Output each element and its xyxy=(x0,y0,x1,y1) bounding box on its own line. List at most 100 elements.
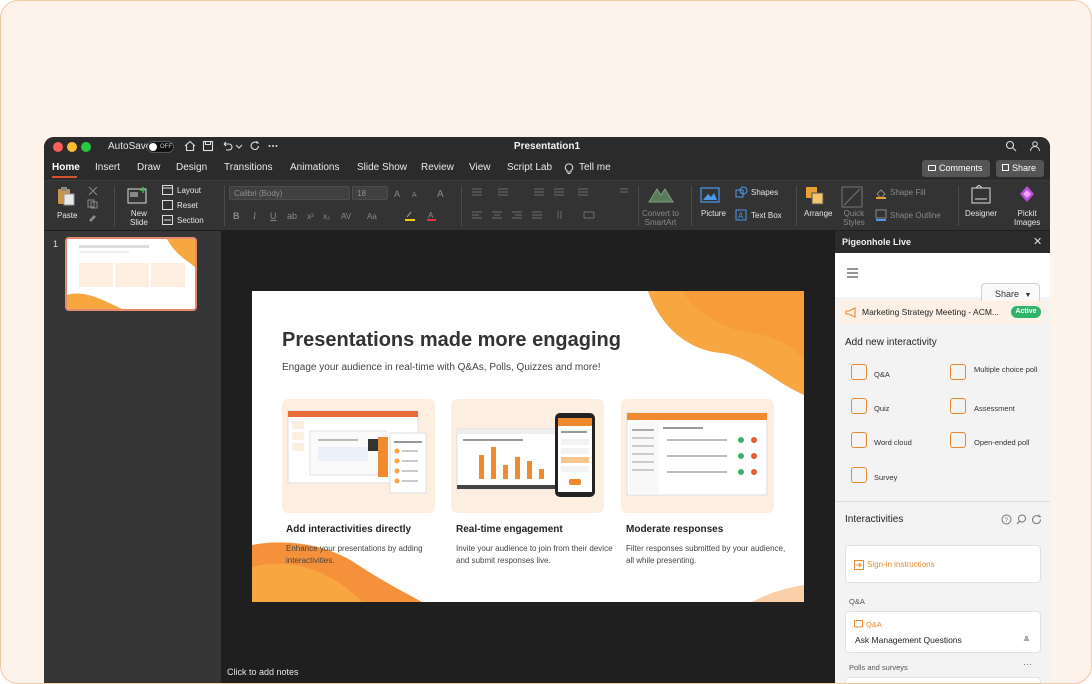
font-name-select[interactable]: Calibri (Body) xyxy=(229,186,350,200)
share-button[interactable]: Share xyxy=(996,160,1044,177)
layout-button[interactable]: Layout xyxy=(177,186,201,195)
sign-in-card[interactable]: Sign-in instructions xyxy=(845,545,1041,583)
cut-icon[interactable] xyxy=(87,186,99,196)
shapes-button[interactable]: Shapes xyxy=(751,188,778,197)
tell-me-search[interactable]: Tell me xyxy=(579,162,611,173)
hamburger-menu-icon[interactable] xyxy=(847,268,859,278)
designer-icon[interactable] xyxy=(970,185,992,205)
slide-thumbnail[interactable] xyxy=(65,237,197,311)
card-desc-moderate: Filter responses submitted by your audie… xyxy=(626,544,786,565)
text-box-button[interactable]: Text Box xyxy=(751,211,782,220)
tab-animations[interactable]: Animations xyxy=(290,162,339,173)
ribbon-separator xyxy=(958,186,959,226)
slide-title: Presentations made more engaging xyxy=(282,329,621,351)
smartart-icon[interactable] xyxy=(647,186,675,204)
open-poll-icon xyxy=(950,432,966,448)
tab-home[interactable]: Home xyxy=(52,162,80,173)
refresh-icon[interactable] xyxy=(1031,514,1042,525)
tab-script-lab[interactable]: Script Lab xyxy=(507,162,552,173)
share-label: Share xyxy=(1012,163,1037,173)
document-title: Presentation1 xyxy=(513,141,581,152)
qa-card[interactable]: Q&A Ask Management Questions xyxy=(845,611,1041,653)
layout-icon xyxy=(162,185,173,195)
tab-review[interactable]: Review xyxy=(421,162,454,173)
search-icon[interactable] xyxy=(1005,140,1017,152)
quiz-icon xyxy=(851,398,867,414)
paragraph-icons[interactable] xyxy=(470,186,630,226)
reset-icon xyxy=(162,200,173,210)
live-results-illustration xyxy=(456,413,595,497)
svg-text:?: ? xyxy=(1005,518,1009,524)
tab-insert[interactable]: Insert xyxy=(95,162,120,173)
help-icon[interactable]: ? xyxy=(1001,514,1012,525)
new-slide-icon[interactable] xyxy=(127,186,149,206)
title-bar: AutoSave OFF Presentation1 xyxy=(44,137,1050,158)
svg-text:x₂: x₂ xyxy=(323,212,330,221)
polls-section-label: Polls and surveys xyxy=(849,663,908,672)
qa-section-label: Q&A xyxy=(849,597,865,606)
search-icon[interactable] xyxy=(1016,514,1027,525)
convert-smartart-label: Convert to SmartArt xyxy=(642,209,679,227)
bar-chart-icon xyxy=(950,364,966,380)
quick-styles-icon[interactable] xyxy=(841,186,863,208)
more-options-icon[interactable]: ··· xyxy=(1023,659,1032,669)
section-icon xyxy=(162,215,173,225)
option-assessment-label: Assessment xyxy=(974,404,1015,413)
divider xyxy=(835,501,1050,502)
notes-placeholder[interactable]: Click to add notes xyxy=(227,667,299,677)
font-size-select[interactable]: 18 xyxy=(352,186,388,200)
svg-text:I: I xyxy=(252,211,257,221)
meeting-row[interactable]: Marketing Strategy Meeting - ACM... Acti… xyxy=(839,301,1045,323)
font-grow-shrink-icon[interactable]: AA xyxy=(394,188,430,198)
card-desc-add-interactivities: Enhance your presentations by adding int… xyxy=(286,544,423,565)
section-button[interactable]: Section xyxy=(177,216,204,225)
paste-label: Paste xyxy=(57,211,78,220)
option-multiple-choice-label: Multiple choice poll xyxy=(974,365,1038,374)
shape-outline-button[interactable]: Shape Outline xyxy=(890,211,941,220)
shape-fill-button[interactable]: Shape Fill xyxy=(890,188,926,197)
shape-outline-icon[interactable] xyxy=(875,209,887,221)
option-open-ended-poll-label: Open-ended poll xyxy=(974,438,1030,447)
card-title-real-time: Real-time engagement xyxy=(456,524,563,535)
tab-draw[interactable]: Draw xyxy=(137,162,160,173)
svg-text:A: A xyxy=(428,211,434,220)
tab-design[interactable]: Design xyxy=(176,162,207,173)
tab-slide-show[interactable]: Slide Show xyxy=(357,162,407,173)
svg-text:AV: AV xyxy=(341,212,352,221)
shapes-icon[interactable] xyxy=(735,186,748,198)
reset-button[interactable]: Reset xyxy=(177,201,198,210)
format-painter-icon[interactable] xyxy=(87,212,99,222)
current-slide[interactable]: Presentations made more engaging Engage … xyxy=(252,291,804,602)
tab-transitions[interactable]: Transitions xyxy=(224,162,273,173)
option-word-cloud-label: Word cloud xyxy=(874,438,912,447)
card-desc-real-time: Invite your audience to join from their … xyxy=(456,544,613,565)
clear-formatting-icon[interactable]: A xyxy=(437,187,449,199)
picture-icon[interactable] xyxy=(700,186,720,204)
panel-toolbar: Share ▼ xyxy=(835,253,1050,305)
paste-icon[interactable] xyxy=(55,185,77,207)
comments-button[interactable]: Comments xyxy=(922,160,990,177)
quick-styles-label: Quick Styles xyxy=(843,209,865,227)
tab-view[interactable]: View xyxy=(469,162,491,173)
designer-label: Designer xyxy=(965,209,998,218)
copy-icon[interactable] xyxy=(87,199,99,209)
close-icon[interactable]: ✕ xyxy=(1033,235,1042,248)
pin-icon[interactable] xyxy=(1022,635,1031,645)
text-box-icon[interactable]: A xyxy=(735,209,747,221)
panel-title: Pigeonhole Live xyxy=(842,237,912,247)
account-icon[interactable] xyxy=(1029,140,1041,152)
svg-text:x²: x² xyxy=(307,212,314,221)
thumbnail-preview xyxy=(67,239,195,309)
panel-share-label: Share xyxy=(995,289,1020,299)
arrange-icon[interactable] xyxy=(805,186,825,206)
poll-card[interactable] xyxy=(845,677,1041,683)
text-format-icons[interactable]: B I U ab x² x₂ AV Aa A xyxy=(233,210,447,222)
svg-text:A: A xyxy=(437,189,444,199)
ribbon-separator xyxy=(691,186,692,226)
pickit-icon[interactable] xyxy=(1018,185,1036,205)
ribbon-separator xyxy=(638,186,639,226)
option-quiz-label: Quiz xyxy=(874,404,890,413)
shape-fill-icon[interactable] xyxy=(875,187,887,199)
svg-text:U: U xyxy=(270,211,277,221)
comment-icon xyxy=(928,165,936,171)
